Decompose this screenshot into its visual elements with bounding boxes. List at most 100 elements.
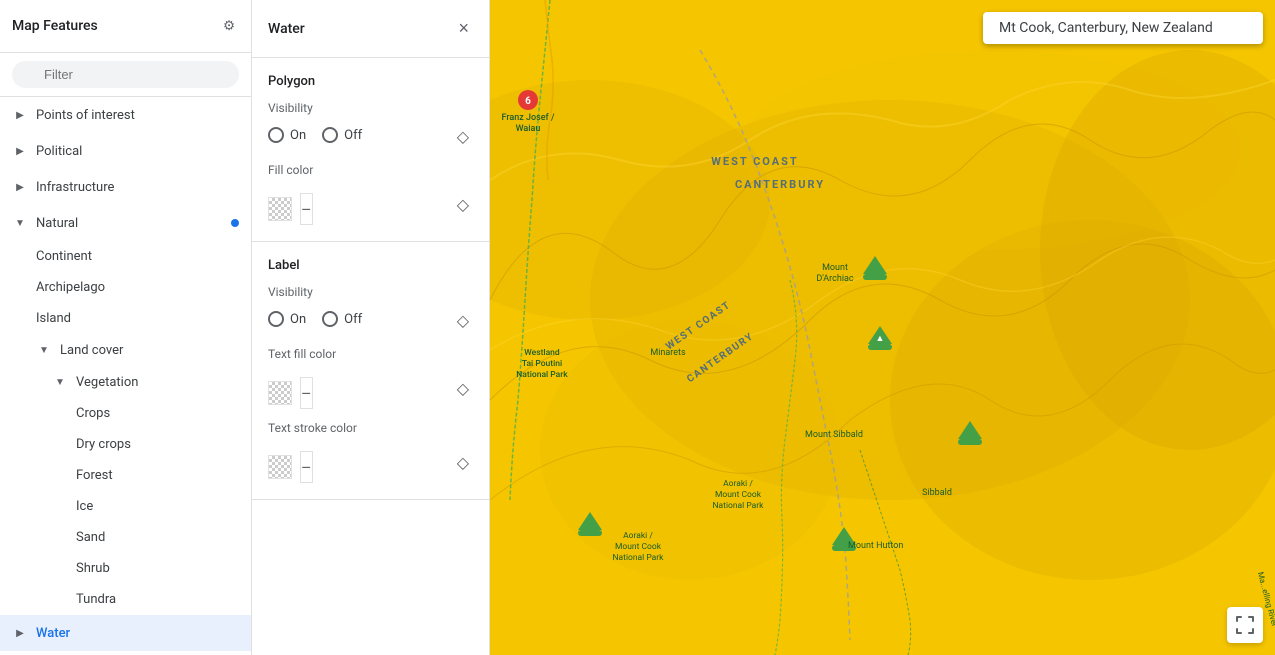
sidebar-item-land-cover[interactable]: ▼ Land cover — [0, 334, 251, 366]
ice-label: Ice — [76, 499, 93, 514]
svg-text:D'Archiac: D'Archiac — [816, 274, 854, 284]
sidebar-item-ice[interactable]: Ice — [0, 491, 251, 522]
svg-text:Sibbald: Sibbald — [922, 488, 952, 498]
svg-text:Minarets: Minarets — [650, 348, 686, 358]
svg-text:6: 6 — [525, 96, 531, 107]
close-icon: × — [458, 18, 469, 39]
text-fill-label: Text fill color — [268, 347, 473, 361]
sidebar-item-sand[interactable]: Sand — [0, 522, 251, 553]
label-on-option[interactable]: On — [268, 311, 306, 327]
sidebar-item-continent[interactable]: Continent — [0, 241, 251, 272]
dry-crops-label: Dry crops — [76, 437, 131, 452]
text-stroke-row: – ◇ — [268, 443, 473, 483]
text-fill-row: – ◇ — [268, 369, 473, 409]
svg-text:Waiau: Waiau — [516, 124, 541, 134]
settings-button[interactable]: ⚙ — [219, 14, 239, 38]
fill-color-diamond[interactable]: ◇ — [453, 191, 473, 219]
svg-text:Westland: Westland — [524, 348, 560, 358]
fill-color-picker: – — [268, 193, 313, 225]
fill-color-dash[interactable]: – — [300, 193, 313, 225]
label-visibility-diamond[interactable]: ◇ — [453, 307, 473, 335]
shrub-label: Shrub — [76, 561, 110, 576]
close-button[interactable]: × — [454, 14, 473, 43]
svg-text:Mount Cook: Mount Cook — [715, 490, 762, 500]
political-label: Political — [36, 144, 82, 159]
sidebar-item-vegetation[interactable]: ▼ Vegetation — [0, 366, 251, 398]
sidebar-item-shrub[interactable]: Shrub — [0, 553, 251, 584]
fullscreen-button[interactable] — [1227, 607, 1263, 643]
polygon-title: Polygon — [268, 74, 473, 89]
search-bar[interactable]: Mt Cook, Canterbury, New Zealand — [983, 12, 1263, 44]
polygon-off-radio[interactable] — [322, 127, 338, 143]
filter-input[interactable] — [12, 61, 239, 88]
land-cover-label: Land cover — [60, 343, 123, 358]
filter-wrapper — [12, 61, 239, 88]
expand-arrow-water: ▶ — [12, 625, 28, 641]
expand-arrow-poi: ▶ — [12, 107, 28, 123]
sidebar-item-points-of-interest[interactable]: ▶ Points of interest — [0, 97, 251, 133]
text-fill-checker[interactable] — [268, 381, 292, 405]
label-visibility-label: Visibility — [268, 285, 473, 299]
polygon-off-option[interactable]: Off — [322, 127, 362, 143]
svg-text:Aoraki /: Aoraki / — [623, 531, 653, 541]
sidebar-item-political[interactable]: ▶ Political — [0, 133, 251, 169]
sand-label: Sand — [76, 530, 105, 545]
polygon-on-radio[interactable] — [268, 127, 284, 143]
sidebar-item-forest[interactable]: Forest — [0, 460, 251, 491]
svg-text:Aoraki /: Aoraki / — [723, 479, 753, 489]
text-stroke-checker[interactable] — [268, 455, 292, 479]
text-stroke-dash[interactable]: – — [300, 451, 313, 483]
svg-text:CANTERBURY: CANTERBURY — [735, 178, 825, 191]
expand-arrow-political: ▶ — [12, 143, 28, 159]
sidebar-item-dry-crops[interactable]: Dry crops — [0, 429, 251, 460]
sidebar-item-water[interactable]: ▶ Water — [0, 615, 251, 651]
left-panel-header: Map Features ⚙ — [0, 0, 251, 53]
svg-text:National Park: National Park — [712, 501, 764, 511]
svg-text:Mount Cook: Mount Cook — [615, 542, 662, 552]
sidebar-item-tundra[interactable]: Tundra — [0, 584, 251, 615]
sidebar-item-archipelago[interactable]: Archipelago — [0, 272, 251, 303]
polygon-visibility-label: Visibility — [268, 101, 473, 115]
text-fill-dash[interactable]: – — [300, 377, 313, 409]
text-fill-picker: – — [268, 377, 313, 409]
text-stroke-diamond[interactable]: ◇ — [453, 449, 473, 477]
island-label: Island — [36, 311, 71, 326]
gear-icon: ⚙ — [223, 18, 235, 34]
label-off-option[interactable]: Off — [322, 311, 362, 327]
natural-label: Natural — [36, 216, 78, 231]
label-on-label: On — [290, 312, 306, 327]
label-on-radio[interactable] — [268, 311, 284, 327]
fill-color-label: Fill color — [268, 163, 473, 177]
vegetation-label: Vegetation — [76, 375, 138, 390]
text-stroke-label: Text stroke color — [268, 421, 473, 435]
tundra-label: Tundra — [76, 592, 116, 607]
svg-text:WEST COAST: WEST COAST — [711, 155, 799, 168]
label-off-radio[interactable] — [322, 311, 338, 327]
polygon-visibility-diamond[interactable]: ◇ — [453, 123, 473, 151]
sidebar-item-natural[interactable]: ▼ Natural — [0, 205, 251, 241]
water-label: Water — [36, 626, 70, 641]
infrastructure-label: Infrastructure — [36, 180, 114, 195]
polygon-off-label: Off — [344, 128, 362, 143]
left-panel: Map Features ⚙ ▶ Points of interest ▶ Po — [0, 0, 252, 655]
polygon-visibility-row: On Off ◇ — [268, 123, 473, 151]
sidebar-item-background[interactable]: Background — [0, 651, 251, 655]
forest-label: Forest — [76, 468, 113, 483]
label-section: Label Visibility On Off ◇ Text fill colo… — [252, 242, 489, 500]
middle-panel: Water × Polygon Visibility On Off ◇ Fill… — [252, 0, 490, 655]
svg-text:▲: ▲ — [876, 334, 885, 344]
label-radio-group: On Off — [268, 311, 362, 327]
polygon-on-option[interactable]: On — [268, 127, 306, 143]
svg-text:Mount Hutton: Mount Hutton — [848, 541, 903, 551]
expand-arrow-land-cover: ▼ — [36, 342, 52, 358]
svg-text:National Park: National Park — [516, 370, 568, 380]
sidebar-item-crops[interactable]: Crops — [0, 398, 251, 429]
fullscreen-icon — [1236, 616, 1254, 634]
sidebar-item-infrastructure[interactable]: ▶ Infrastructure — [0, 169, 251, 205]
fill-color-checker[interactable] — [268, 197, 292, 221]
svg-text:National Park: National Park — [612, 553, 664, 563]
text-fill-diamond[interactable]: ◇ — [453, 375, 473, 403]
sidebar-item-island[interactable]: Island — [0, 303, 251, 334]
map-area[interactable]: 6 ▲ Franz Josef / Waiau WEST CO — [490, 0, 1275, 655]
nav-list: ▶ Points of interest ▶ Political ▶ Infra… — [0, 97, 251, 655]
